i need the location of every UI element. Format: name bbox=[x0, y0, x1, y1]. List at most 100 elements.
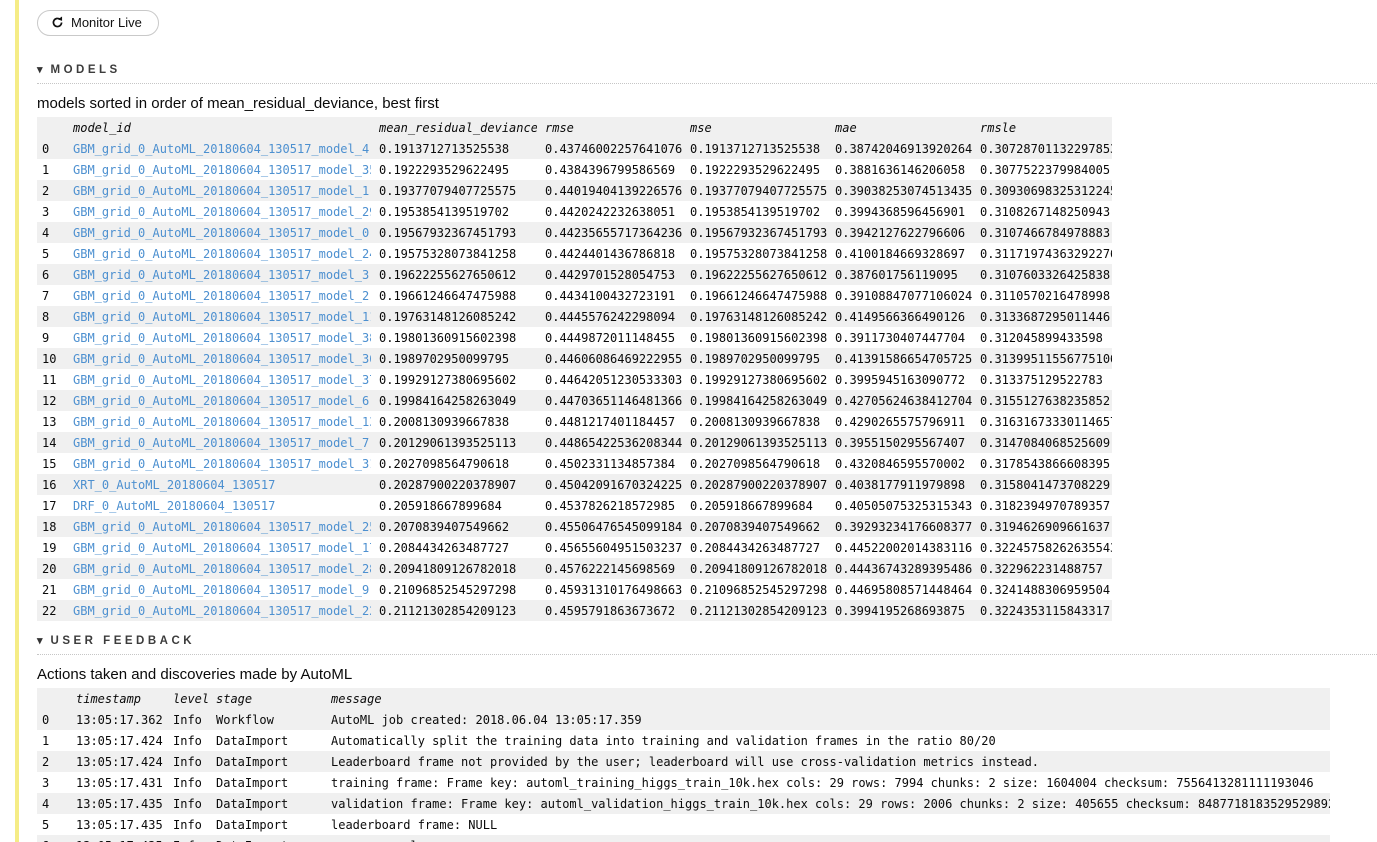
row-index: 14 bbox=[42, 435, 57, 450]
row-index: 3 bbox=[42, 775, 50, 790]
row-index: 0 bbox=[42, 712, 50, 727]
cell-rmse: 0.4434100432723191 bbox=[545, 288, 676, 303]
cell-message: AutoML job created: 2018.06.04 13:05:17.… bbox=[331, 712, 642, 727]
cell-timestamp: 13:05:17.435 bbox=[76, 796, 163, 811]
cell-rmsle: 0.31631673330114657 bbox=[980, 414, 1112, 429]
cell-mean_residual_deviance: 0.20287900220378907 bbox=[379, 477, 517, 492]
user-feedback-section-header[interactable]: ▾ USER FEEDBACK bbox=[37, 634, 1377, 655]
row-index: 11 bbox=[42, 372, 57, 387]
cell-mse: 0.20941809126782018 bbox=[690, 561, 827, 576]
model-id-link[interactable]: GBM_grid_0_AutoML_20180604_130517_model_… bbox=[73, 541, 371, 555]
cell-stage: Workflow bbox=[216, 712, 274, 727]
cell-mse: 0.19575328073841258 bbox=[690, 246, 827, 261]
cell-model_id: GBM_grid_0_AutoML_20180604_130517_model_… bbox=[65, 159, 371, 180]
row-index: 22 bbox=[42, 603, 57, 618]
column-header-rmsle: rmsle bbox=[980, 120, 1017, 135]
cell-mse: 0.2070839407549662 bbox=[690, 519, 821, 534]
model-id-link[interactable]: GBM_grid_0_AutoML_20180604_130517_model_… bbox=[73, 142, 369, 156]
model-id-link[interactable]: GBM_grid_0_AutoML_20180604_130517_model_… bbox=[73, 436, 369, 450]
table-row: 21 GBM_grid_0_AutoML_20180604_130517_mode… bbox=[37, 579, 1112, 600]
model-id-link[interactable]: GBM_grid_0_AutoML_20180604_130517_model_… bbox=[73, 415, 371, 429]
row-index: 17 bbox=[42, 498, 57, 513]
cell-level: Info bbox=[173, 775, 202, 790]
collapse-triangle-icon[interactable]: ▾ bbox=[37, 634, 43, 647]
cell-mse: 0.21121302854209123 bbox=[690, 603, 827, 618]
models-section-title: MODELS bbox=[50, 63, 121, 76]
cell-model_id: GBM_grid_0_AutoML_20180604_130517_model_… bbox=[65, 285, 371, 306]
models-section-header[interactable]: ▾ MODELS bbox=[37, 63, 1377, 84]
table-row: 13 GBM_grid_0_AutoML_20180604_130517_mode… bbox=[37, 411, 1112, 432]
table-row: 0 13:05:17.362 Info Workflow AutoML job crea… bbox=[37, 709, 1330, 730]
column-header-mae: mae bbox=[835, 120, 857, 135]
cell-level: Info bbox=[173, 733, 202, 748]
cell-model_id: GBM_grid_0_AutoML_20180604_130517_model_… bbox=[65, 243, 371, 264]
cell-model_id: GBM_grid_0_AutoML_20180604_130517_model_… bbox=[65, 306, 371, 327]
table-row: 1 13:05:17.424 Info DataImport Automatically… bbox=[37, 730, 1330, 751]
model-id-link[interactable]: GBM_grid_0_AutoML_20180604_130517_model_… bbox=[73, 604, 371, 618]
model-id-link[interactable]: GBM_grid_0_AutoML_20180604_130517_model_… bbox=[73, 562, 371, 576]
row-index: 1 bbox=[42, 733, 50, 748]
cell-rmse: 0.44235655717364236 bbox=[545, 225, 682, 240]
model-id-link[interactable]: DRF_0_AutoML_20180604_130517 bbox=[73, 499, 275, 513]
model-id-link[interactable]: GBM_grid_0_AutoML_20180604_130517_model_… bbox=[73, 583, 369, 597]
model-id-link[interactable]: GBM_grid_0_AutoML_20180604_130517_model_… bbox=[73, 289, 369, 303]
row-index: 2 bbox=[42, 754, 50, 769]
table-row: 10 GBM_grid_0_AutoML_20180604_130517_mode… bbox=[37, 348, 1112, 369]
cell-mae: 0.42705624638412704 bbox=[835, 393, 972, 408]
cell-rmsle: 0.3110570216478998 bbox=[980, 288, 1111, 303]
cell-rmse: 0.4429701528054753 bbox=[545, 267, 676, 282]
model-id-link[interactable]: GBM_grid_0_AutoML_20180604_130517_model_… bbox=[73, 394, 369, 408]
cell-mae: 0.3955150295567407 bbox=[835, 435, 966, 450]
cell-mean_residual_deviance: 0.19763148126085242 bbox=[379, 309, 517, 324]
cell-rmse: 0.4384396799586569 bbox=[545, 162, 676, 177]
cell-mae: 0.3994368596456901 bbox=[835, 204, 966, 219]
cell-mae: 0.44522002014383116 bbox=[835, 540, 972, 555]
feedback-header-row: timestamp level stage message bbox=[37, 688, 1330, 709]
monitor-live-button[interactable]: Monitor Live bbox=[37, 10, 159, 36]
cell-rmse: 0.45655604951503237 bbox=[545, 540, 682, 555]
row-index: 10 bbox=[42, 351, 57, 366]
cell-model_id: GBM_grid_0_AutoML_20180604_130517_model_… bbox=[65, 453, 371, 474]
model-id-link[interactable]: GBM_grid_0_AutoML_20180604_130517_model_… bbox=[73, 268, 369, 282]
cell-level: Info bbox=[173, 796, 202, 811]
row-index: 7 bbox=[42, 288, 50, 303]
cell-mse: 0.205918667899684 bbox=[690, 498, 813, 513]
model-id-link[interactable]: GBM_grid_0_AutoML_20180604_130517_model_… bbox=[73, 310, 371, 324]
cell-timestamp: 13:05:17.362 bbox=[76, 712, 163, 727]
cell-mse: 0.1953854139519702 bbox=[690, 204, 821, 219]
cell-message: Leaderboard frame not provided by the us… bbox=[331, 754, 1040, 769]
cell-stage: DataImport bbox=[216, 733, 289, 748]
model-id-link[interactable]: GBM_grid_0_AutoML_20180604_130517_model_… bbox=[73, 373, 371, 387]
model-id-link[interactable]: GBM_grid_0_AutoML_20180604_130517_model_… bbox=[73, 163, 371, 177]
collapse-triangle-icon[interactable]: ▾ bbox=[37, 63, 43, 76]
cell-mean_residual_deviance: 0.2084434263487727 bbox=[379, 540, 510, 555]
model-id-link[interactable]: GBM_grid_0_AutoML_20180604_130517_model_… bbox=[73, 352, 371, 366]
models-header-row: model_id mean_residual_deviance rmse mse mae… bbox=[37, 117, 1112, 138]
cell-rmse: 0.44703651146481366 bbox=[545, 393, 682, 408]
model-id-link[interactable]: GBM_grid_0_AutoML_20180604_130517_model_… bbox=[73, 226, 369, 240]
cell-rmsle: 0.31399511556775106 bbox=[980, 351, 1112, 366]
model-id-link[interactable]: XRT_0_AutoML_20180604_130517 bbox=[73, 478, 275, 492]
model-id-link[interactable]: GBM_grid_0_AutoML_20180604_130517_model_… bbox=[73, 247, 371, 261]
cell-rmse: 0.45042091670324225 bbox=[545, 477, 682, 492]
table-row: 9 GBM_grid_0_AutoML_20180604_130517_model… bbox=[37, 327, 1112, 348]
cell-rmse: 0.4576222145698569 bbox=[545, 561, 676, 576]
table-row: 7 GBM_grid_0_AutoML_20180604_130517_model… bbox=[37, 285, 1112, 306]
row-index: 5 bbox=[42, 817, 50, 832]
cell-mse: 0.1989702950099795 bbox=[690, 351, 821, 366]
cell-stage: DataImport bbox=[208, 835, 323, 842]
table-row: 15 GBM_grid_0_AutoML_20180604_130517_mode… bbox=[37, 453, 1112, 474]
cell-mse: 0.19984164258263049 bbox=[690, 393, 827, 408]
cell-mean_residual_deviance: 0.19575328073841258 bbox=[379, 246, 517, 261]
model-id-link[interactable]: GBM_grid_0_AutoML_20180604_130517_model_… bbox=[73, 184, 369, 198]
model-id-link[interactable]: GBM_grid_0_AutoML_20180604_130517_model_… bbox=[73, 331, 371, 345]
cell-timestamp: 13:05:17.431 bbox=[76, 775, 163, 790]
models-table: model_id mean_residual_deviance rmse mse mae… bbox=[37, 117, 1112, 621]
row-index: 3 bbox=[42, 204, 50, 219]
cell-mean_residual_deviance: 0.21096852545297298 bbox=[379, 582, 517, 597]
column-header-mse: mse bbox=[690, 120, 712, 135]
model-id-link[interactable]: GBM_grid_0_AutoML_20180604_130517_model_… bbox=[73, 520, 371, 534]
model-id-link[interactable]: GBM_grid_0_AutoML_20180604_130517_model_… bbox=[73, 457, 371, 471]
model-id-link[interactable]: GBM_grid_0_AutoML_20180604_130517_model_… bbox=[73, 205, 371, 219]
table-row: 613:05:17.435InfoDataImportresponse colu… bbox=[37, 835, 1330, 842]
